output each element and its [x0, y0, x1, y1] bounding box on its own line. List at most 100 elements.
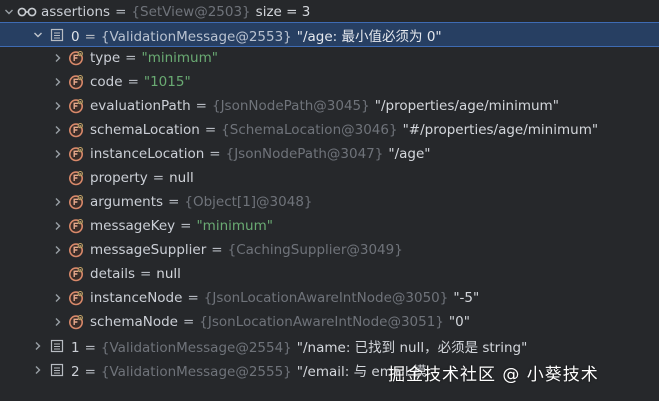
- object-ref: {ValidationMessage@2554}: [100, 340, 292, 356]
- tree-row-field[interactable]: messageSupplier = {CachingSupplier@3049}: [0, 238, 659, 262]
- equals-sign: =: [152, 170, 165, 186]
- equals-sign: =: [209, 146, 221, 162]
- field-icon: [68, 122, 84, 138]
- tree-row-field[interactable]: instanceNode = {JsonLocationAwareIntNode@3…: [0, 286, 659, 310]
- equals-sign: =: [204, 122, 217, 138]
- equals-sign: =: [115, 4, 127, 20]
- field-value: "/age": [388, 146, 431, 162]
- chevron-right-icon[interactable]: [31, 339, 45, 353]
- field-value: "minimum": [141, 50, 218, 66]
- tree-row-field[interactable]: details = null: [0, 262, 659, 286]
- field-value: null: [169, 170, 194, 186]
- chevron-down-icon[interactable]: [31, 28, 45, 42]
- field-name: schemaNode: [90, 314, 178, 330]
- chevron-right-icon[interactable]: [51, 147, 65, 161]
- equals-sign: =: [211, 242, 223, 258]
- field-value: "minimum": [196, 218, 273, 234]
- entry-index: 2: [71, 364, 80, 380]
- size-label: size = 3: [255, 4, 311, 20]
- object-ref: {JsonLocationAwareIntNode@3050}: [203, 290, 449, 306]
- tree-row-field[interactable]: schemaLocation = {SchemaLocation@3046} "#/p…: [0, 118, 659, 142]
- list-entry-icon: [49, 338, 65, 354]
- field-name: instanceNode: [90, 290, 183, 306]
- field-name: schemaLocation: [90, 122, 200, 138]
- field-name: type: [90, 50, 121, 66]
- chevron-right-icon[interactable]: [51, 123, 65, 137]
- field-icon: [68, 218, 84, 234]
- chevron-right-icon[interactable]: [51, 51, 65, 65]
- tree-row-field[interactable]: type = "minimum": [0, 46, 659, 70]
- entry-index: 0: [71, 28, 80, 45]
- equals-sign: =: [182, 314, 195, 330]
- field-icon: [68, 170, 84, 186]
- field-icon: [68, 146, 84, 162]
- field-icon: [68, 74, 84, 90]
- chevron-right-icon[interactable]: [51, 243, 65, 257]
- object-ref: {JsonNodePath@3047}: [225, 146, 384, 162]
- field-name: details: [90, 266, 135, 282]
- entry-index: 1: [71, 340, 80, 356]
- field-value: null: [156, 266, 181, 282]
- object-ref: {CachingSupplier@3049}: [227, 242, 403, 258]
- field-icon: [68, 290, 84, 306]
- field-name: instanceLocation: [90, 146, 205, 162]
- object-ref: {Object[1]@3048}: [184, 194, 313, 210]
- entry-value: "/name: 已找到 null，必须是 string": [296, 340, 528, 356]
- field-icon: [68, 242, 84, 258]
- chevron-right-icon[interactable]: [51, 99, 65, 113]
- equals-sign: =: [84, 28, 96, 45]
- field-name: messageSupplier: [90, 242, 207, 258]
- chevron-right-icon[interactable]: [51, 75, 65, 89]
- glasses-icon: [17, 4, 37, 20]
- field-name: messageKey: [90, 218, 176, 234]
- field-icon: [68, 194, 84, 210]
- chevron-right-icon[interactable]: [51, 291, 65, 305]
- field-value: "/properties/age/minimum": [374, 98, 559, 114]
- object-ref: {ValidationMessage@2553}: [100, 28, 292, 45]
- field-name: code: [90, 74, 123, 90]
- watermark: 掘金技术社区 @ 小葵技术: [388, 365, 599, 385]
- field-value: "1015": [143, 74, 191, 90]
- list-entry-icon: [49, 362, 65, 378]
- chevron-down-icon[interactable]: [2, 5, 16, 19]
- field-icon: [68, 314, 84, 330]
- chevron-right-icon[interactable]: [51, 195, 65, 209]
- equals-sign: =: [187, 290, 199, 306]
- field-value: "0": [448, 314, 470, 330]
- tree-row-field[interactable]: schemaNode = {JsonLocationAwareIntNode@305…: [0, 310, 659, 334]
- chevron-right-icon[interactable]: [51, 219, 65, 233]
- object-ref: {JsonNodePath@3045}: [211, 98, 370, 114]
- variable-name: assertions: [41, 4, 111, 20]
- field-value: "-5": [453, 290, 480, 306]
- field-name: evaluationPath: [90, 98, 191, 114]
- tree-row-field[interactable]: instanceLocation = {JsonNodePath@3047} "/ag…: [0, 142, 659, 166]
- object-ref: {SchemaLocation@3046}: [221, 122, 398, 138]
- tree-row-entry-1[interactable]: 1 = {ValidationMessage@2554} "/name: 已找到…: [0, 334, 659, 358]
- tree-row-field[interactable]: messageKey = "minimum": [0, 214, 659, 238]
- tree-row-field[interactable]: arguments = {Object[1]@3048}: [0, 190, 659, 214]
- equals-sign: =: [139, 266, 152, 282]
- tree-row-root[interactable]: assertions = {SetView@2503} size = 3: [0, 0, 659, 24]
- tree-row-entry-0[interactable]: 0 = {ValidationMessage@2553} "/age: 最小值必…: [0, 22, 659, 47]
- object-ref: {ValidationMessage@2555}: [100, 364, 292, 380]
- object-ref: {JsonLocationAwareIntNode@3051}: [199, 314, 444, 330]
- chevron-right-icon[interactable]: [31, 363, 45, 377]
- tree-row-field[interactable]: property = null: [0, 166, 659, 190]
- field-icon: [68, 98, 84, 114]
- tree-row-field[interactable]: code = "1015": [0, 70, 659, 94]
- field-name: arguments: [90, 194, 164, 210]
- field-name: property: [90, 170, 148, 186]
- equals-sign: =: [127, 74, 139, 90]
- equals-sign: =: [180, 218, 192, 234]
- equals-sign: =: [195, 98, 207, 114]
- equals-sign: =: [84, 364, 96, 380]
- object-ref: {SetView@2503}: [131, 4, 251, 20]
- equals-sign: =: [125, 50, 137, 66]
- tree-row-field[interactable]: evaluationPath = {JsonNodePath@3045} "/prop…: [0, 94, 659, 118]
- field-icon: [68, 50, 84, 66]
- entry-value: "/age: 最小值必须为 0": [296, 28, 442, 45]
- list-entry-icon: [49, 27, 65, 43]
- field-icon: [68, 266, 84, 282]
- chevron-right-icon[interactable]: [51, 315, 65, 329]
- equals-sign: =: [84, 340, 96, 356]
